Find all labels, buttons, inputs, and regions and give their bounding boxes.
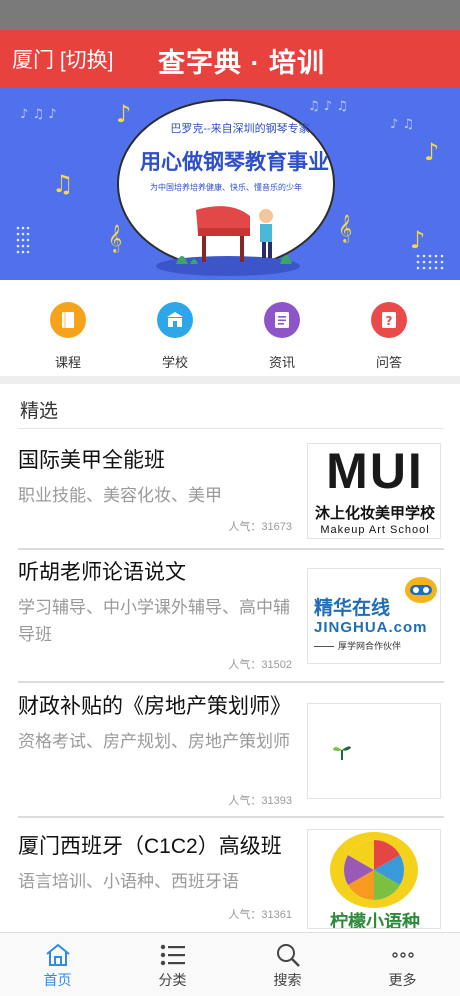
svg-text:♪ ♫ ♪: ♪ ♫ ♪ [20, 107, 57, 122]
section-title: 精选 [20, 401, 59, 422]
quick-nav-label: 问答 [375, 355, 402, 370]
quick-nav-course[interactable]: 课程 [28, 302, 108, 371]
section-underline [18, 428, 444, 429]
course-card[interactable]: 国际美甲全能班 职业技能、美容化妆、美甲 人气：31673 MUI 沐上化妆美甲… [18, 443, 444, 544]
bottom-tab-bar: 首页 分类 搜索 更多 [0, 932, 460, 996]
course-title: 听胡老师论语说文 [18, 561, 186, 584]
sprout-logo-icon [333, 746, 351, 760]
quick-nav-label: 课程 [54, 355, 81, 370]
tab-category[interactable]: 分类 [115, 933, 230, 996]
course-popularity: 人气：31673 [228, 521, 292, 533]
tab-more[interactable]: 更多 [345, 933, 460, 996]
list-icon [160, 944, 185, 966]
section-divider [0, 376, 460, 384]
course-title: 国际美甲全能班 [18, 449, 165, 472]
logo-sub: Makeup Art School [320, 524, 430, 536]
svg-text:♫ ♪ ♫: ♫ ♪ ♫ [308, 99, 348, 114]
quick-nav: 课程 学校 资讯 ? 问答 [0, 280, 460, 376]
svg-text:♪: ♪ [116, 100, 131, 128]
svg-text:♪: ♪ [410, 226, 425, 254]
logo-name: 柠檬小语种 [330, 912, 420, 929]
logo-domain: JINGHUA.com [314, 619, 428, 636]
quick-nav-school[interactable]: 学校 [135, 302, 215, 371]
search-icon [276, 944, 300, 967]
question-icon: ? [371, 302, 407, 338]
tab-label: 首页 [43, 972, 72, 988]
svg-text:♪ ♫: ♪ ♫ [390, 117, 414, 132]
card-separator [18, 816, 444, 818]
logo-name: 精华在线 [314, 598, 391, 619]
quick-nav-label: 学校 [161, 355, 188, 370]
course-card[interactable]: 听胡老师论语说文 学习辅导、中小学课外辅导、高中辅导班 人气：31502 精华在… [18, 558, 444, 678]
svg-text:𝄞: 𝄞 [338, 214, 352, 243]
svg-text:𝄞: 𝄞 [108, 224, 122, 253]
tab-search[interactable]: 搜索 [230, 933, 345, 996]
app-header: 厦门 [切换] 查字典 · 培训 [0, 30, 460, 88]
course-card[interactable]: 财政补贴的《房地产策划师》 资格考试、房产规划、房地产策划师 人气：31393 [18, 692, 444, 812]
more-icon [391, 952, 414, 958]
school-icon [157, 302, 193, 338]
home-icon [45, 943, 70, 966]
promo-banner[interactable]: ♪ ♫ ♪ 𝄞 𝄞 ♪ ♪ ♫ ♪ ♫ ♪ ♫ ♪ ♫ ♪ ♪ [0, 88, 460, 280]
tab-label: 分类 [158, 972, 187, 988]
course-popularity: 人气：31361 [228, 909, 292, 921]
svg-text:♫: ♫ [52, 170, 74, 198]
quick-nav-qa[interactable]: ? 问答 [349, 302, 429, 371]
logo-mark: MUI [326, 443, 424, 499]
course-tags: 语言培训、小语种、西班牙语 [18, 872, 239, 891]
course-logo: MUI 沐上化妆美甲学校 Makeup Art School [307, 443, 441, 539]
tab-label: 更多 [388, 972, 417, 988]
city-switch[interactable]: 厦门 [切换] [12, 44, 114, 74]
page-title: 查字典 · 培训 [158, 48, 325, 78]
book-icon [50, 302, 86, 338]
robot-mascot-icon [405, 577, 437, 603]
card-separator [18, 548, 444, 550]
course-card[interactable]: 厦门西班牙（C1C2）高级班 语言培训、小语种、西班牙语 人气：31361 柠檬… [18, 829, 444, 930]
course-popularity: 人气：31502 [228, 659, 292, 671]
news-icon [264, 302, 300, 338]
course-logo: 柠檬小语种 [307, 829, 441, 929]
svg-text:♪: ♪ [424, 138, 439, 166]
logo-sub: 厚学网合作伙伴 [338, 641, 402, 651]
quick-nav-label: 资讯 [268, 355, 295, 370]
course-tags: 资格考试、房产规划、房地产策划师 [18, 732, 290, 751]
svg-text:?: ? [386, 314, 393, 328]
course-logo: 精华在线 JINGHUA.com 厚学网合作伙伴 [307, 568, 441, 664]
banner-headline-small: 巴罗克--来自深圳的钢琴专家 [170, 123, 310, 135]
course-title: 厦门西班牙（C1C2）高级班 [18, 835, 282, 858]
banner-headline: 用心做钢琴教育事业 [140, 151, 329, 174]
card-separator [18, 681, 444, 683]
banner-subline: 为中国培养培养健康、快乐、懂音乐的少年 [150, 183, 302, 192]
tab-label: 搜索 [273, 972, 302, 988]
tab-home[interactable]: 首页 [0, 933, 115, 996]
course-tags: 职业技能、美容化妆、美甲 [18, 486, 222, 505]
course-title: 财政补贴的《房地产策划师》 [18, 695, 291, 718]
course-popularity: 人气：31393 [228, 795, 292, 807]
logo-name: 沐上化妆美甲学校 [314, 505, 435, 522]
course-tags: 学习辅导、中小学课外辅导、高中辅导班 [18, 598, 290, 644]
course-logo [307, 703, 441, 799]
quick-nav-news[interactable]: 资讯 [242, 302, 322, 371]
status-bar [0, 0, 460, 30]
